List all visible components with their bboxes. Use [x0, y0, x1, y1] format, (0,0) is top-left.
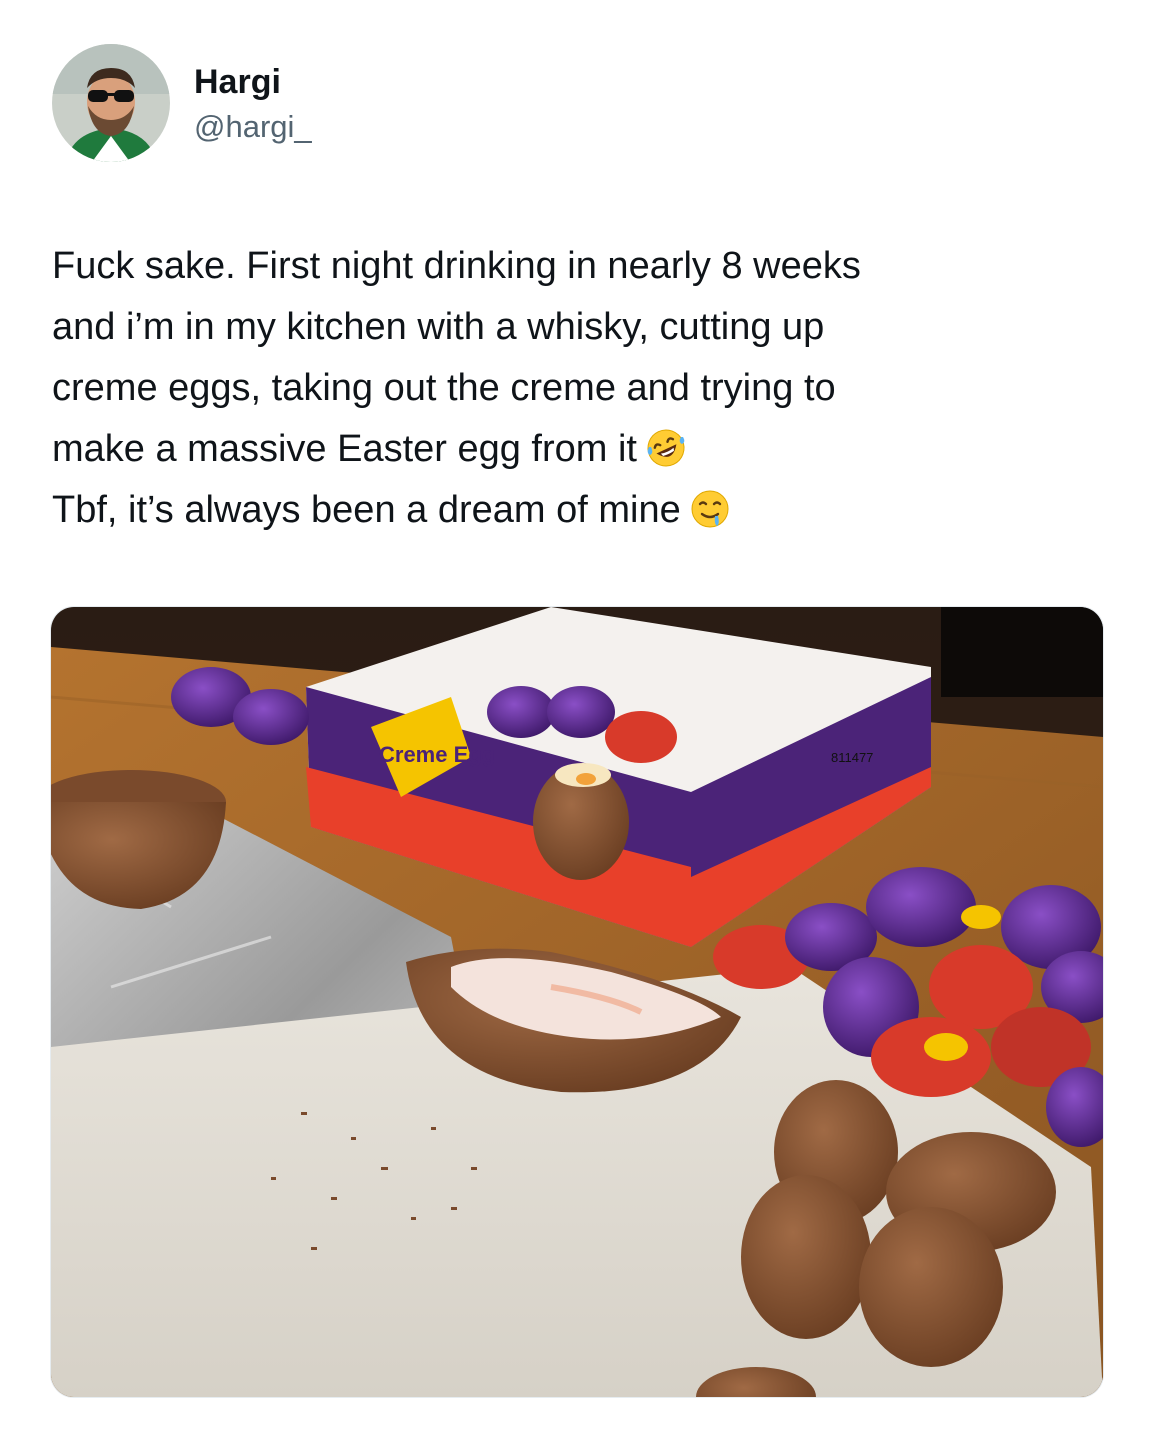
author-handle[interactable]: @hargi_: [194, 108, 312, 146]
tweet-text: Fuck sake. First night drinking in nearl…: [52, 236, 1102, 541]
tweet-text-line-with-emoji: Tbf, it’s always been a dream of mine: [52, 480, 1102, 541]
tweet-photo[interactable]: Creme Egg 811477: [50, 606, 1104, 1398]
tweet-text-line: and i’m in my kitchen with a whisky, cut…: [52, 306, 825, 348]
tweet-text-line: Tbf, it’s always been a dream of mine: [52, 489, 681, 531]
profile-photo-icon: [52, 44, 170, 162]
avatar[interactable]: [52, 44, 170, 162]
box-logo-text: Creme Egg: [379, 742, 495, 767]
tweet-text-line: make a massive Easter egg from it: [52, 428, 637, 470]
tweet-card: Hargi @hargi_ Fuck sake. First night dri…: [0, 0, 1152, 1440]
tweet-text-line: creme eggs, taking out the creme and try…: [52, 367, 836, 409]
author-display-name[interactable]: Hargi: [194, 62, 312, 102]
tweet-text-line-with-emoji: make a massive Easter egg from it: [52, 419, 1102, 480]
barcode-number: 811477: [831, 750, 873, 765]
rolling-on-floor-laughing-emoji-icon: [645, 427, 687, 469]
drooling-face-emoji-icon: [689, 488, 731, 530]
creme-eggs-kitchen-photo-icon: Creme Egg 811477: [51, 607, 1103, 1397]
tweet-text-line: Fuck sake. First night drinking in nearl…: [52, 245, 861, 287]
tweet-author: Hargi @hargi_: [194, 62, 312, 146]
